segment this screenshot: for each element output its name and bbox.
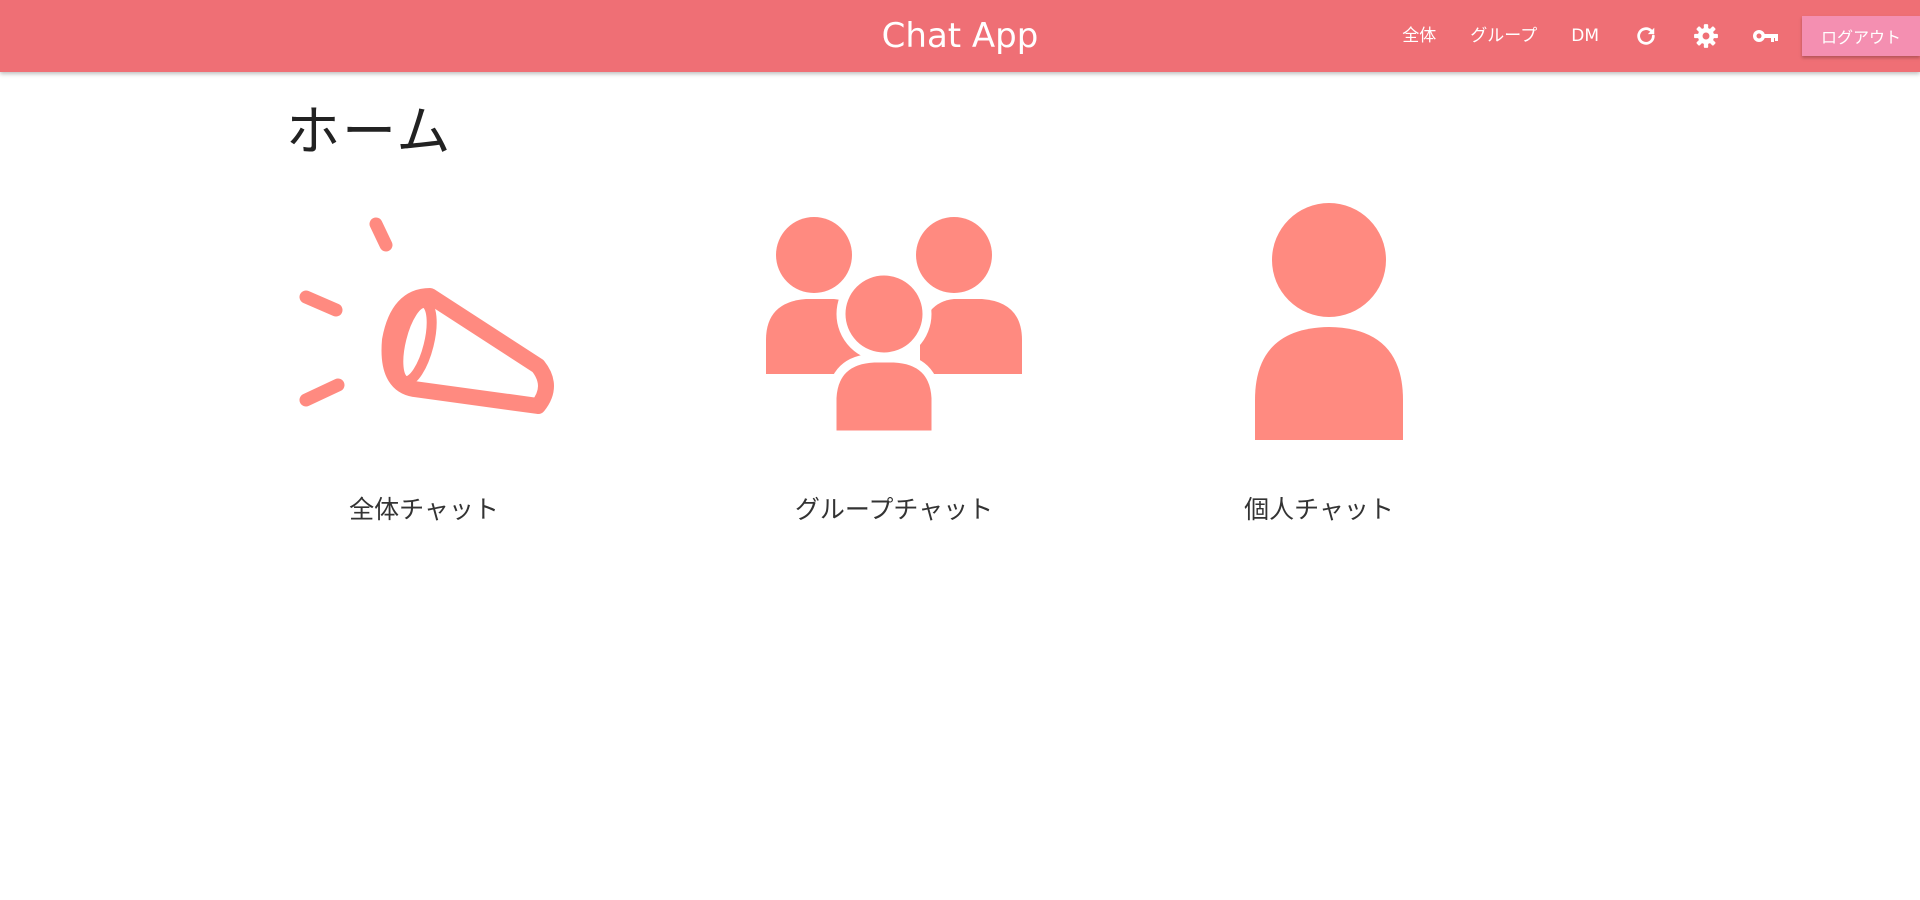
group-icon (766, 217, 1022, 450)
nav-link-group[interactable]: グループ (1453, 0, 1554, 72)
page-title: ホーム (286, 100, 453, 163)
card-label: 個人チャット (1244, 495, 1394, 524)
logout-button[interactable]: ログアウト (1802, 16, 1920, 56)
refresh-icon (1637, 27, 1655, 45)
gear-icon (1694, 24, 1718, 48)
app-title[interactable]: Chat App (882, 16, 1039, 56)
nav-link-all[interactable]: 全体 (1385, 0, 1453, 72)
card-label: グループチャット (794, 495, 994, 524)
megaphone-icon (299, 217, 554, 414)
key-icon (1753, 30, 1778, 42)
key-button[interactable] (1736, 0, 1796, 72)
card-personal-chat[interactable]: 個人チャット (1169, 190, 1469, 540)
refresh-button[interactable] (1616, 0, 1676, 72)
settings-button[interactable] (1676, 0, 1736, 72)
nav-link-dm[interactable]: DM (1554, 0, 1616, 72)
card-label: 全体チャット (349, 495, 499, 524)
card-group-chat[interactable]: グループチャット (744, 190, 1044, 540)
navbar: Chat App 全体 グループ DM ログアウト (0, 0, 1920, 72)
nav-links: 全体 グループ DM ログアウト (1385, 0, 1920, 72)
card-all-chat[interactable]: 全体チャット (274, 190, 574, 540)
person-icon (1255, 203, 1403, 440)
